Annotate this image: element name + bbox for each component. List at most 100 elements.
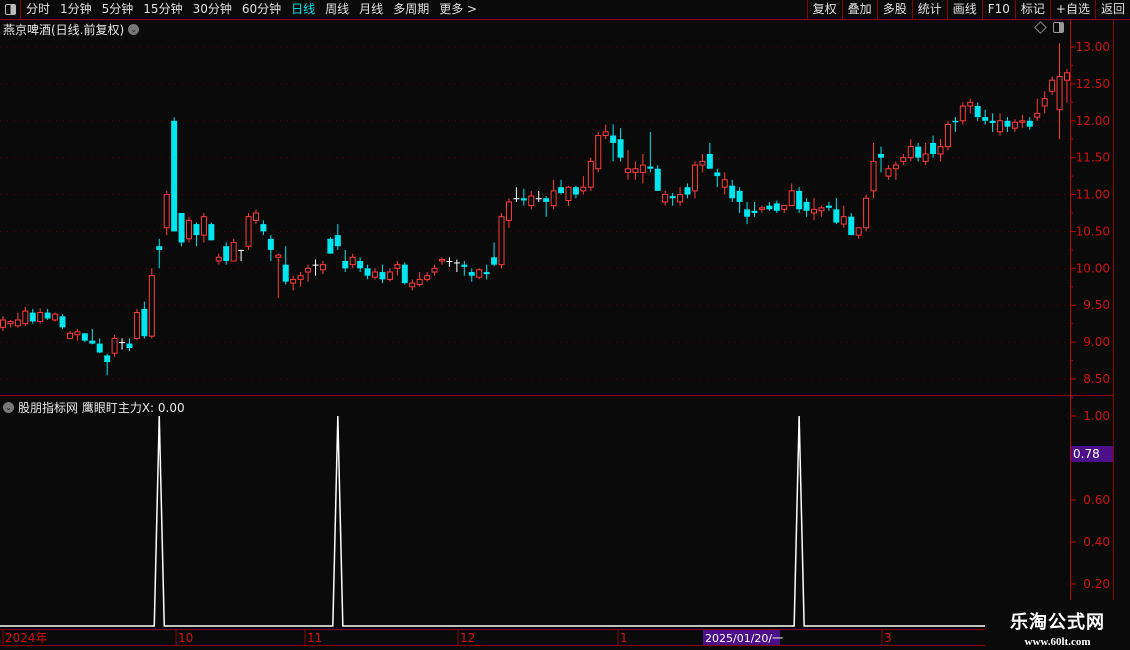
- candle-body: [491, 257, 498, 265]
- candle-body: [208, 224, 215, 241]
- candle-body: [885, 168, 892, 177]
- candle-body: [773, 203, 780, 211]
- candle-body: [855, 227, 862, 236]
- candle-body: [290, 278, 297, 284]
- candle-body: [1004, 120, 1011, 127]
- candle-body: [625, 168, 632, 173]
- candle-body: [721, 179, 728, 188]
- candle-body: [930, 142, 937, 154]
- candle-body: [937, 146, 944, 155]
- price-tick-label: 9.50: [1083, 298, 1110, 312]
- price-tick-label: 8.50: [1083, 372, 1110, 386]
- side-panel-tab[interactable]: [1113, 20, 1130, 630]
- candle-body: [907, 146, 914, 159]
- date-cursor-label: 2025/01/20/一: [705, 632, 783, 645]
- candle-body: [632, 168, 639, 173]
- candle-body: [617, 139, 624, 158]
- candle-body: [647, 166, 654, 169]
- candle-body: [193, 224, 200, 236]
- candle-body: [74, 331, 81, 336]
- candle-body: [528, 195, 535, 207]
- candle-body: [379, 272, 386, 280]
- candle-body: [811, 208, 818, 214]
- candle-body: [29, 312, 36, 322]
- candle-body: [349, 256, 356, 266]
- candle-body: [736, 190, 743, 202]
- candle-body: [156, 246, 163, 250]
- candle-body: [364, 268, 371, 276]
- candle-body: [796, 190, 803, 210]
- candle-body: [639, 164, 646, 173]
- candle-body: [989, 120, 996, 123]
- candle-body: [691, 164, 698, 192]
- candle-body: [342, 260, 349, 269]
- price-tick-label: 11.00: [1076, 188, 1110, 202]
- stock-chart[interactable]: 13.0012.5012.0011.5011.0010.5010.009.509…: [0, 0, 1113, 650]
- candle-body: [580, 186, 587, 192]
- price-tick-label: 11.50: [1076, 151, 1110, 165]
- candle-body: [788, 190, 795, 207]
- candle-body: [833, 209, 840, 223]
- candle-body: [52, 313, 59, 321]
- candle-body: [238, 249, 245, 251]
- candle-body: [372, 271, 379, 278]
- watermark-name: 乐淘公式网: [1010, 612, 1105, 633]
- candle-body: [863, 197, 870, 229]
- candle-body: [744, 209, 751, 217]
- candle-body: [0, 319, 6, 328]
- candle-body: [431, 267, 438, 273]
- candle-body: [44, 312, 51, 319]
- indicator-tick-label: 0.60: [1083, 493, 1110, 507]
- candle-body: [952, 120, 959, 123]
- candle-body: [148, 275, 155, 337]
- date-label: 12: [460, 631, 475, 645]
- candle-body: [959, 105, 966, 122]
- candle-body: [186, 219, 193, 240]
- candle-body: [498, 216, 505, 266]
- candle-body: [163, 194, 170, 229]
- candle-body: [66, 332, 73, 339]
- candle-body: [386, 271, 393, 280]
- candle-body: [587, 160, 594, 188]
- candle-body: [729, 185, 736, 199]
- candle-body: [602, 131, 609, 137]
- candle-body: [565, 186, 572, 201]
- indicator-tick-label: 0.20: [1083, 577, 1110, 591]
- candle-body: [781, 205, 788, 210]
- candle-body: [133, 312, 140, 339]
- candle-body: [699, 160, 706, 166]
- candle-body: [892, 164, 899, 170]
- candle-body: [543, 198, 550, 202]
- candle-body: [312, 264, 319, 266]
- watermark-url: www.60lt.com: [1024, 636, 1091, 648]
- candle-body: [126, 343, 133, 349]
- candle-body: [171, 120, 178, 232]
- candle-body: [438, 258, 445, 262]
- candle-body: [974, 106, 981, 118]
- candle-body: [1019, 120, 1026, 123]
- candle-body: [758, 207, 765, 210]
- candle-body: [14, 319, 21, 327]
- candle-body: [111, 337, 118, 354]
- candle-body: [997, 120, 1004, 133]
- candle-body: [461, 264, 468, 267]
- date-label: 3: [884, 631, 892, 645]
- candle-body: [275, 254, 282, 258]
- candle-body: [840, 216, 847, 225]
- candle-body: [922, 153, 929, 162]
- candle-body: [1056, 76, 1063, 111]
- candle-body: [297, 275, 304, 280]
- price-tick-label: 10.00: [1076, 261, 1110, 275]
- candle-body: [424, 275, 431, 280]
- candle-body: [677, 194, 684, 203]
- candle-body: [610, 135, 617, 143]
- candle-body: [319, 264, 326, 271]
- indicator-line: [0, 415, 1070, 627]
- candle-body: [803, 201, 810, 211]
- candle-body: [96, 343, 103, 353]
- price-tick-label: 12.00: [1076, 114, 1110, 128]
- candle-body: [223, 246, 230, 261]
- price-tick-label: 10.50: [1076, 224, 1110, 238]
- candle-body: [513, 198, 520, 200]
- candle-body: [662, 194, 669, 203]
